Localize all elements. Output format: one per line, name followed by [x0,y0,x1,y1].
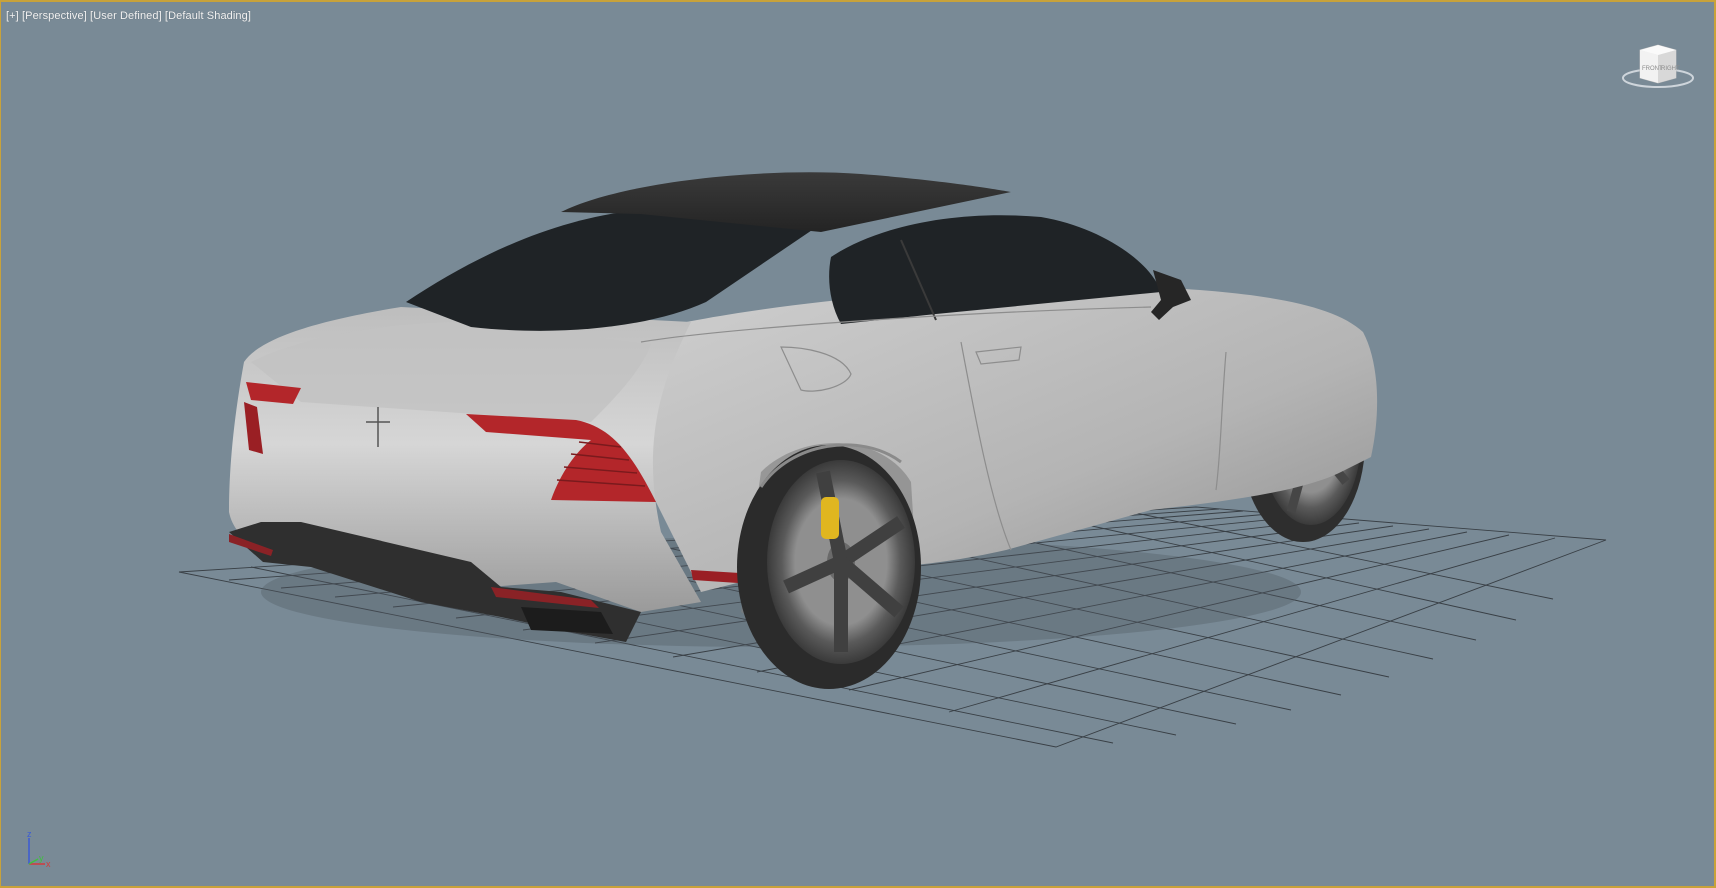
axis-tripod-icon: z y x [27,830,51,869]
scene-render[interactable] [1,2,1716,888]
viewcube-icon[interactable]: FRONT RIGHT [1620,42,1696,90]
viewcube-front-label[interactable]: FRONT [1642,66,1663,72]
viewcube-right-label[interactable]: RIGHT [1661,66,1680,72]
axis-y-label: y [39,853,44,863]
axis-z-label: z [27,830,32,839]
axis-x-label: x [46,859,51,869]
perspective-viewport[interactable]: [+] [Perspective] [User Defined] [Defaul… [0,0,1716,888]
